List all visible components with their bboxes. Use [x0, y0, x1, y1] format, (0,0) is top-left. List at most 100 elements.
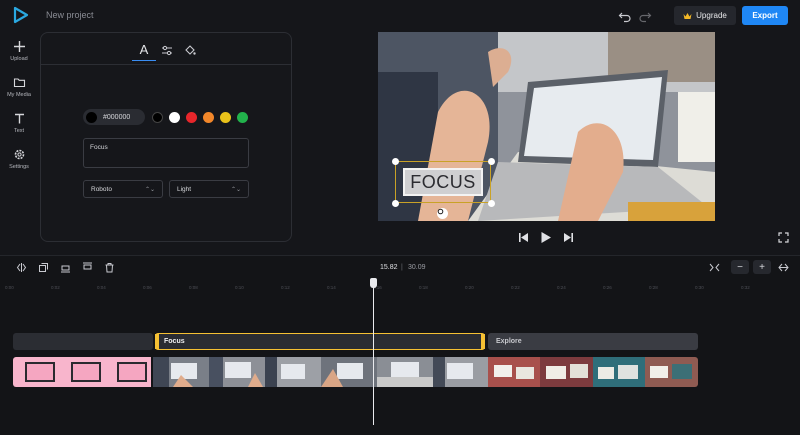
zoom-in-button[interactable]: + — [753, 260, 771, 274]
text-content-input[interactable]: Focus — [83, 138, 249, 168]
current-time: 15.82 — [380, 264, 398, 271]
play-icon[interactable] — [540, 231, 552, 244]
color-hex-field[interactable]: #000000 — [83, 109, 145, 125]
resize-handle-top-right[interactable] — [488, 158, 495, 165]
zoom-out-button[interactable]: − — [731, 260, 749, 274]
project-name[interactable]: New project — [46, 10, 94, 20]
total-time: 30.09 — [408, 264, 426, 271]
sidebar-item-label: My Media — [7, 92, 31, 98]
export-button[interactable]: Export — [742, 6, 788, 25]
font-weight-value: Light — [177, 185, 192, 193]
clip-label: Focus — [164, 338, 185, 345]
text-style-icon: A — [139, 42, 149, 57]
swatch-white[interactable] — [169, 112, 180, 123]
clip-thumbnail — [71, 362, 101, 382]
delete-button[interactable] — [101, 260, 117, 274]
playhead[interactable] — [373, 285, 374, 425]
align-bottom-icon — [60, 265, 70, 272]
timeline: 15.82 | 30.09 − + 0:00 0:02 0:04 0:06 0:… — [0, 255, 800, 435]
swatch-green[interactable] — [237, 112, 248, 123]
top-bar: New project Upgrade Export — [0, 0, 800, 32]
ruler-tick: 0:12 — [281, 285, 290, 290]
upgrade-button[interactable]: Upgrade — [674, 6, 736, 25]
ruler-tick: 0:22 — [511, 285, 520, 290]
gear-icon — [14, 149, 24, 160]
resize-handle-bottom-left[interactable] — [392, 200, 399, 207]
skip-back-icon[interactable] — [518, 232, 529, 243]
clip-thumbnails — [488, 357, 698, 387]
undo-icon[interactable] — [618, 9, 632, 23]
rotate-icon — [437, 208, 444, 215]
color-hex-value: #000000 — [103, 113, 131, 121]
swatch-orange[interactable] — [203, 112, 214, 123]
panel-tabs: A — [41, 33, 291, 65]
clip-thumbnails — [153, 357, 488, 387]
upgrade-label: Upgrade — [696, 11, 727, 20]
video-preview[interactable]: FOCUS — [378, 32, 715, 221]
sliders-icon — [162, 45, 172, 55]
sidebar-item-label: Text — [13, 128, 25, 134]
ruler-tick: 0:32 — [741, 285, 750, 290]
ruler-tick: 0:06 — [143, 285, 152, 290]
crown-icon — [683, 12, 692, 19]
font-weight-select[interactable]: Light ⌃⌄ — [169, 180, 249, 198]
text-settings-panel: A #000000 Focus Roboto ⌃⌄ Light ⌃⌄ — [40, 32, 292, 242]
sidebar-item-my-media[interactable]: My Media — [0, 76, 38, 108]
swatch-red[interactable] — [186, 112, 197, 123]
skip-forward-icon[interactable] — [563, 232, 574, 243]
swatch-yellow[interactable] — [220, 112, 231, 123]
split-icon — [16, 262, 26, 272]
text-icon — [14, 113, 24, 124]
video-clip-explore[interactable] — [488, 357, 698, 387]
ruler-tick: 0:00 — [5, 285, 14, 290]
text-clip-explore[interactable]: Explore — [488, 333, 698, 350]
trim-handle-right[interactable] — [481, 334, 485, 349]
font-family-select[interactable]: Roboto ⌃⌄ — [83, 180, 163, 198]
text-clip-focus[interactable]: Focus — [155, 333, 485, 350]
expand-timeline-button[interactable] — [775, 260, 791, 274]
timeline-toolbar: 15.82 | 30.09 − + — [0, 256, 800, 278]
text-overlay-selection[interactable]: FOCUS — [395, 161, 491, 203]
sidebar-item-settings[interactable]: Settings — [0, 148, 38, 180]
tab-fill[interactable] — [178, 39, 202, 61]
align-bottom-button[interactable] — [57, 260, 73, 274]
trash-icon — [105, 262, 113, 272]
redo-icon[interactable] — [638, 9, 652, 23]
resize-handle-bottom-right[interactable] — [488, 200, 495, 207]
font-family-value: Roboto — [91, 185, 112, 193]
trim-handle-left[interactable] — [155, 334, 159, 349]
sidebar-item-label: Settings — [9, 164, 29, 170]
swatch-black[interactable] — [152, 112, 163, 123]
text-overlay[interactable]: FOCUS — [403, 168, 483, 196]
chevron-updown-icon: ⌃⌄ — [230, 186, 241, 193]
app-logo-icon[interactable] — [12, 6, 30, 24]
chevron-updown-icon: ⌃⌄ — [144, 186, 155, 193]
sidebar-item-label: Upload — [10, 56, 28, 62]
ruler-tick: 0:18 — [419, 285, 428, 290]
video-clip-intro[interactable] — [13, 357, 151, 387]
align-top-icon — [82, 262, 92, 269]
resize-handle-top-left[interactable] — [392, 158, 399, 165]
clip-thumbnail — [117, 362, 147, 382]
fit-icon — [709, 263, 719, 271]
text-clip-empty[interactable] — [13, 333, 153, 350]
left-sidebar: Upload My Media Text Settings — [0, 32, 38, 252]
sidebar-item-text[interactable]: Text — [0, 112, 38, 144]
clip-thumbnail — [25, 362, 55, 382]
sidebar-item-upload[interactable]: Upload — [0, 40, 38, 72]
video-editor: New project Upgrade Export Upload My Med… — [0, 0, 800, 435]
tab-text-style[interactable]: A — [132, 39, 156, 61]
duplicate-button[interactable] — [35, 260, 51, 274]
duplicate-icon — [38, 262, 48, 272]
ruler-tick: 0:08 — [189, 285, 198, 290]
time-ruler[interactable]: 0:00 0:02 0:04 0:06 0:08 0:10 0:12 0:14 … — [0, 280, 800, 292]
align-top-button[interactable] — [79, 260, 95, 274]
split-button[interactable] — [13, 260, 29, 274]
fullscreen-icon[interactable] — [778, 232, 789, 243]
video-clip-laptop[interactable] — [153, 357, 488, 387]
fit-timeline-button[interactable] — [706, 260, 722, 274]
ruler-tick: 0:28 — [649, 285, 658, 290]
ruler-tick: 0:30 — [695, 285, 704, 290]
rotate-handle[interactable] — [437, 208, 448, 219]
tab-adjust[interactable] — [155, 39, 179, 61]
